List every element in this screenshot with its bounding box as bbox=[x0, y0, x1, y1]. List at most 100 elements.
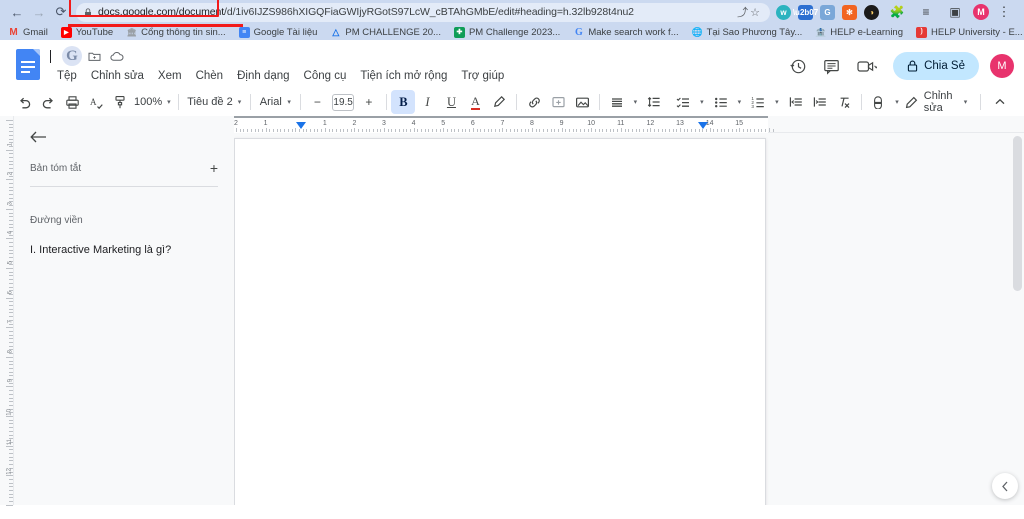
extension-w-icon[interactable]: w bbox=[776, 5, 791, 20]
ruler-tick bbox=[247, 129, 248, 132]
bookmark-pm-challenge-20[interactable]: △ PM CHALLENGE 20... bbox=[330, 27, 448, 38]
bookmark-pm-challenge-2023[interactable]: ✚ PM Challenge 2023... bbox=[454, 27, 567, 38]
add-summary-icon[interactable]: + bbox=[210, 160, 218, 176]
profile-avatar[interactable]: M bbox=[973, 4, 989, 20]
document-page[interactable] bbox=[234, 138, 766, 505]
print-icon[interactable] bbox=[60, 90, 84, 114]
editing-mode-button[interactable]: Chỉnh sửa ▾ bbox=[899, 90, 974, 114]
bookmark-cong-thong-tin-sinh-vien[interactable]: 🏛 Cổng thông tin sin... bbox=[126, 27, 233, 38]
right-indent-marker[interactable] bbox=[698, 122, 708, 129]
insert-link-button[interactable] bbox=[522, 90, 546, 114]
zoom-selector[interactable]: 100% ▾ bbox=[132, 91, 173, 113]
reading-list-icon[interactable]: ≡ bbox=[915, 1, 937, 23]
collapse-panel-button[interactable] bbox=[992, 473, 1018, 499]
add-comment-button[interactable] bbox=[546, 90, 570, 114]
menu-item-cong-cu[interactable]: Công cụ bbox=[297, 68, 354, 84]
ruler-tick bbox=[9, 253, 13, 254]
insert-image-button[interactable] bbox=[570, 90, 594, 114]
line-spacing-button[interactable] bbox=[642, 90, 666, 114]
outline-collapse-icon[interactable] bbox=[30, 130, 218, 144]
bookmark-youtube[interactable]: ▶ YouTube bbox=[61, 27, 120, 38]
ruler-tick bbox=[6, 238, 13, 239]
horizontal-ruler[interactable]: 21123456789101112131415 bbox=[234, 116, 1024, 133]
ruler-tick bbox=[421, 129, 422, 132]
address-bar[interactable]: docs.google.com/document/d/1iv6IJZS986hX… bbox=[76, 3, 770, 22]
numbered-list-button[interactable]: 123 bbox=[746, 90, 770, 114]
menu-item-chen[interactable]: Chèn bbox=[189, 68, 231, 84]
decrease-font-size-button[interactable]: − bbox=[305, 90, 329, 114]
bookmark-tai-sao-phuong-tay[interactable]: 🌐 Tại Sao Phương Tây... bbox=[692, 27, 810, 38]
bulleted-list-button[interactable] bbox=[709, 90, 733, 114]
document-title-input[interactable] bbox=[50, 50, 56, 63]
increase-indent-button[interactable] bbox=[808, 90, 832, 114]
decrease-indent-button[interactable] bbox=[784, 90, 808, 114]
ruler-tick bbox=[9, 279, 13, 280]
align-button[interactable] bbox=[605, 90, 629, 114]
redo-icon[interactable] bbox=[36, 90, 60, 114]
user-avatar[interactable]: M bbox=[990, 54, 1014, 78]
ruler-tick bbox=[9, 501, 13, 502]
ruler-tick bbox=[399, 129, 400, 132]
undo-icon[interactable] bbox=[12, 90, 36, 114]
font-size-input[interactable]: 19.5 bbox=[332, 94, 353, 111]
side-panel-icon[interactable]: ▣ bbox=[944, 1, 966, 23]
bookmark-gmail[interactable]: M Gmail bbox=[8, 27, 55, 38]
menu-item-chinh-sua[interactable]: Chỉnh sửa bbox=[84, 68, 151, 84]
comment-icon[interactable] bbox=[817, 52, 845, 80]
toolbar-divider bbox=[861, 94, 862, 110]
chevron-down-icon[interactable]: ▾ bbox=[634, 98, 638, 106]
document-canvas[interactable]: 21123456789101112131415 bbox=[234, 116, 1024, 505]
smart-chips-button[interactable] bbox=[866, 90, 890, 114]
outline-item-interactive-marketing[interactable]: I. Interactive Marketing là gì? bbox=[30, 244, 218, 256]
ruler-tick bbox=[9, 335, 13, 336]
bookmark-help-elearning[interactable]: 🏦 HELP e-Learning bbox=[815, 27, 910, 38]
extension-download-manager-icon[interactable]: \u2b07 bbox=[798, 5, 813, 20]
puzzle-extensions-icon[interactable]: 🧩 bbox=[886, 1, 908, 23]
font-family-selector[interactable]: Arial ▾ bbox=[256, 91, 295, 113]
bookmark-star-icon[interactable]: ☆ bbox=[750, 6, 760, 19]
chevron-down-icon[interactable]: ▾ bbox=[700, 98, 704, 106]
text-color-button[interactable]: A bbox=[463, 90, 487, 114]
menu-item-tien-ich-mo-rong[interactable]: Tiện ích mở rộng bbox=[353, 68, 454, 84]
left-indent-marker[interactable] bbox=[296, 122, 306, 129]
clear-formatting-button[interactable] bbox=[832, 90, 856, 114]
chevron-down-icon[interactable]: ▾ bbox=[738, 98, 742, 106]
chevron-down-icon[interactable]: ▾ bbox=[775, 98, 779, 106]
vertical-ruler[interactable]: 123456789101112 bbox=[0, 116, 14, 505]
underline-button[interactable]: U bbox=[439, 90, 463, 114]
paint-format-icon[interactable] bbox=[108, 90, 132, 114]
chevron-down-icon: ▾ bbox=[238, 98, 242, 106]
google-docs-logo[interactable] bbox=[16, 49, 42, 83]
italic-button[interactable]: I bbox=[415, 90, 439, 114]
share-link-icon[interactable]: ⤴ bbox=[737, 4, 748, 20]
bookmark-make-search-work[interactable]: G Make search work f... bbox=[573, 27, 685, 38]
menu-item-xem[interactable]: Xem bbox=[151, 68, 189, 84]
extension-dark-reader-icon[interactable]: ◑ bbox=[864, 5, 879, 20]
back-icon[interactable]: ← bbox=[6, 1, 28, 23]
extension-orange-icon[interactable]: ✻ bbox=[842, 5, 857, 20]
browser-menu-icon[interactable]: ⋮ bbox=[996, 4, 1012, 20]
bookmark-help-university[interactable]: ⟯ HELP University - E... bbox=[916, 27, 1024, 38]
extension-grammar-icon[interactable]: G bbox=[820, 5, 835, 20]
cloud-saved-icon[interactable] bbox=[110, 51, 126, 62]
checklist-button[interactable] bbox=[671, 90, 695, 114]
hide-menus-button[interactable] bbox=[988, 90, 1012, 114]
share-button[interactable]: Chia Sẻ bbox=[893, 52, 979, 80]
ruler-tick bbox=[9, 457, 13, 458]
increase-font-size-button[interactable]: + bbox=[357, 90, 381, 114]
move-to-folder-icon[interactable] bbox=[88, 51, 104, 62]
spellcheck-icon[interactable]: A bbox=[84, 90, 108, 114]
ruler-tick bbox=[6, 446, 13, 447]
forward-icon[interactable]: → bbox=[28, 1, 50, 23]
video-call-icon[interactable] bbox=[850, 52, 884, 80]
highlight-color-button[interactable] bbox=[487, 90, 511, 114]
menu-item-tep[interactable]: Tệp bbox=[50, 68, 84, 84]
reload-icon[interactable]: ⟳ bbox=[50, 1, 72, 23]
bold-button[interactable]: B bbox=[391, 90, 415, 114]
vertical-scrollbar[interactable] bbox=[1013, 136, 1022, 291]
menu-item-dinh-dang[interactable]: Định dạng bbox=[230, 68, 296, 84]
menu-item-tro-giup[interactable]: Trợ giúp bbox=[454, 68, 511, 84]
bookmark-google-tai-lieu[interactable]: ≡ Google Tài liệu bbox=[239, 27, 325, 38]
version-history-icon[interactable] bbox=[784, 52, 812, 80]
paragraph-style-selector[interactable]: Tiêu đề 2 ▾ bbox=[183, 91, 245, 113]
